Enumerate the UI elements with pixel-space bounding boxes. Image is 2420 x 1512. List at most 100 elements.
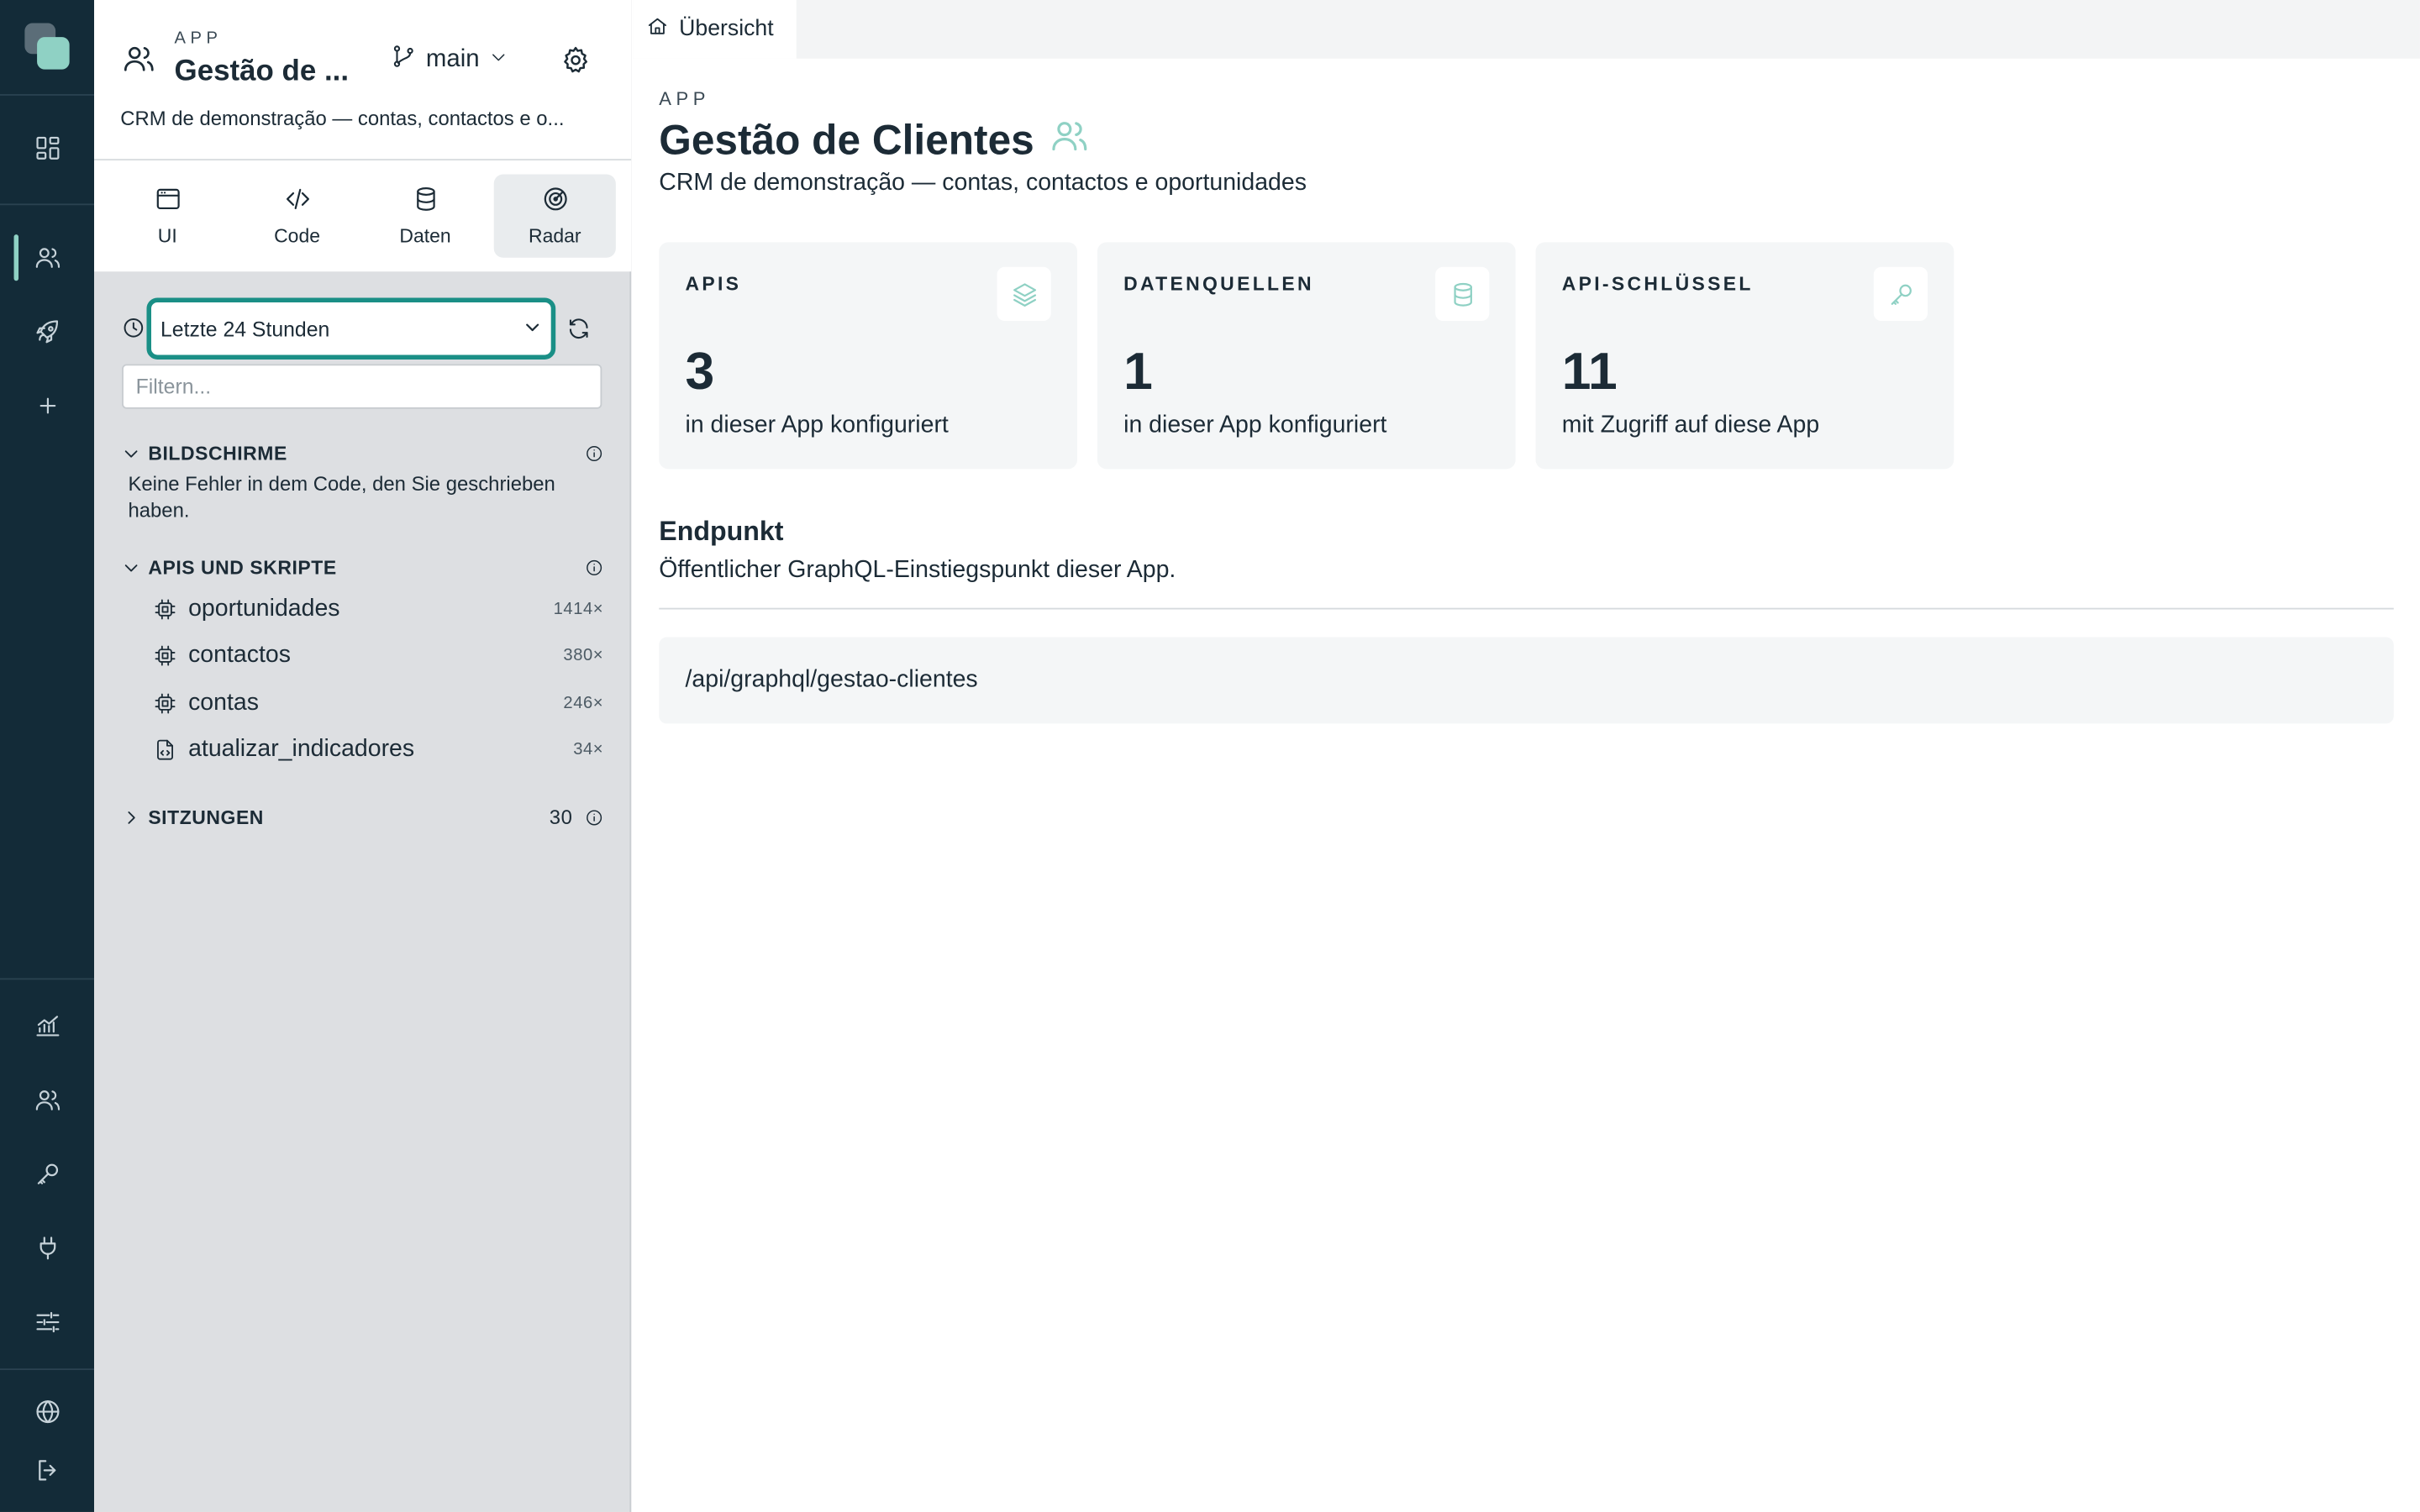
info-icon[interactable]	[585, 808, 603, 827]
stat-value: 1	[1123, 342, 1153, 402]
rail-divider	[0, 203, 95, 206]
add-icon[interactable]	[0, 378, 94, 433]
code-icon	[283, 185, 311, 218]
api-count: 34×	[573, 740, 604, 759]
clock-icon	[122, 317, 145, 340]
rail-divider	[0, 1368, 95, 1370]
chevron-down-icon	[122, 559, 140, 577]
endpoint-title: Endpunkt	[659, 515, 784, 547]
stat-card-apis: APIS 3 in dieser App konfiguriert	[659, 242, 1078, 470]
chevron-down-icon	[489, 46, 508, 74]
users-icon	[1050, 115, 1090, 166]
stat-label: DATENQUELLEN	[1123, 273, 1314, 295]
api-count: 246×	[563, 694, 604, 713]
api-name: atualizar_indicadores	[188, 736, 415, 763]
git-branch-icon	[391, 43, 417, 76]
section-sitzungen[interactable]: SITZUNGEN 30	[122, 804, 603, 832]
database-icon	[1435, 266, 1490, 322]
users-icon	[122, 42, 155, 76]
document-tabbar: Übersicht	[633, 0, 2420, 59]
page-description: CRM de demonstração — contas, contactos …	[659, 170, 1307, 197]
analytics-icon[interactable]	[0, 998, 94, 1053]
api-count: 1414×	[553, 600, 604, 619]
tab-label: Code	[274, 225, 321, 247]
tab-label: UI	[157, 225, 177, 247]
time-range-select[interactable]: Letzte 24 Stunden	[146, 297, 556, 360]
info-icon[interactable]	[585, 559, 603, 577]
branch-label: main	[425, 46, 480, 73]
logo[interactable]	[24, 23, 71, 70]
rocket-icon[interactable]	[0, 304, 94, 360]
chevron-down-icon	[122, 444, 140, 463]
dashboard-icon[interactable]	[0, 120, 94, 176]
api-count: 380×	[563, 646, 604, 665]
stat-card-api-schluessel: API-SCHLÜSSEL 11 mit Zugriff auf diese A…	[1535, 242, 1954, 470]
branch-selector[interactable]: main	[391, 45, 508, 76]
screens-empty-note: Keine Fehler in dem Code, den Sie geschr…	[128, 472, 555, 522]
api-name: contactos	[188, 642, 291, 669]
app-eyebrow: APP	[174, 29, 223, 48]
info-icon[interactable]	[585, 444, 603, 463]
api-name: oportunidades	[188, 595, 340, 622]
divider	[659, 607, 2394, 610]
stat-subtitle: in dieser App konfiguriert	[685, 412, 949, 438]
filter-input[interactable]	[122, 364, 602, 409]
tab-code[interactable]: Code	[236, 175, 358, 258]
tab-daten[interactable]: Daten	[364, 175, 486, 258]
database-icon	[411, 185, 439, 218]
stat-card-datenquellen: DATENQUELLEN 1 in dieser App konfigurier…	[1097, 242, 1516, 470]
icon-rail	[0, 0, 95, 1512]
gear-icon[interactable]	[560, 45, 592, 76]
app-header: APP Gestão de ... main CRM de demonstraç…	[94, 0, 632, 161]
endpoint-path[interactable]: /api/graphql/gestao-clientes	[659, 637, 2394, 724]
cpu-icon	[153, 691, 177, 716]
main-content: Übersicht APP Gestão de Clientes CRM de …	[633, 0, 2420, 1512]
chevron-down-icon	[523, 317, 542, 340]
team-icon[interactable]	[0, 1073, 94, 1128]
script-file-icon	[153, 738, 177, 762]
layers-icon	[997, 266, 1051, 322]
chevron-right-icon	[122, 808, 140, 827]
time-range-value: Letzte 24 Stunden	[160, 317, 330, 340]
app-description: CRM de demonstração — contas, contactos …	[120, 106, 565, 130]
stat-label: API-SCHLÜSSEL	[1561, 273, 1754, 295]
app-root: APP Gestão de ... main CRM de demonstraç…	[0, 0, 2420, 1512]
section-bildschirme[interactable]: BILDSCHIRME	[122, 439, 603, 467]
globe-icon[interactable]	[0, 1384, 94, 1440]
api-item-contactos[interactable]: contactos 380×	[153, 636, 603, 676]
plug-icon[interactable]	[0, 1221, 94, 1276]
key-icon[interactable]	[0, 1147, 94, 1202]
key-icon	[1873, 266, 1928, 322]
sessions-count: 30	[549, 805, 573, 829]
page-title-text: Gestão de Clientes	[659, 116, 1034, 163]
cpu-icon	[153, 643, 177, 668]
section-title: BILDSCHIRME	[148, 443, 287, 465]
tab-label: Radar	[529, 225, 581, 247]
rail-divider	[0, 978, 95, 980]
radar-panel: APP Gestão de ... main CRM de demonstraç…	[94, 0, 632, 1512]
section-apis-und-skripte[interactable]: APIS UND SKRIPTE	[122, 554, 603, 581]
tab-radar[interactable]: Radar	[493, 174, 616, 258]
api-item-contas[interactable]: contas 246×	[153, 684, 603, 724]
logout-icon[interactable]	[0, 1442, 94, 1498]
tab-label: Daten	[399, 225, 451, 247]
browser-window-icon	[154, 185, 182, 218]
refresh-icon[interactable]	[566, 317, 591, 341]
stat-subtitle: in dieser App konfiguriert	[1123, 412, 1387, 438]
api-item-oportunidades[interactable]: oportunidades 1414×	[153, 590, 603, 630]
rail-divider	[0, 94, 95, 96]
stat-subtitle: mit Zugriff auf diese App	[1561, 412, 1820, 438]
stat-value: 11	[1561, 342, 1618, 402]
users-app-icon[interactable]	[0, 230, 94, 286]
tab-uebersicht[interactable]: Übersicht	[633, 0, 797, 59]
settings-sliders-icon[interactable]	[0, 1294, 94, 1350]
page-title: Gestão de Clientes	[659, 114, 1090, 166]
endpoint-description: Öffentlicher GraphQL-Einstiegspunkt dies…	[659, 557, 1176, 584]
panel-tabs: UI Code Daten Radar	[94, 160, 632, 272]
section-title: SITZUNGEN	[148, 806, 264, 829]
cpu-icon	[153, 597, 177, 622]
section-title: APIS UND SKRIPTE	[148, 557, 337, 579]
api-item-atualizar-indicadores[interactable]: atualizar_indicadores 34×	[153, 730, 603, 770]
time-range-row: Letzte 24 Stunden	[94, 297, 631, 361]
tab-ui[interactable]: UI	[107, 175, 229, 258]
